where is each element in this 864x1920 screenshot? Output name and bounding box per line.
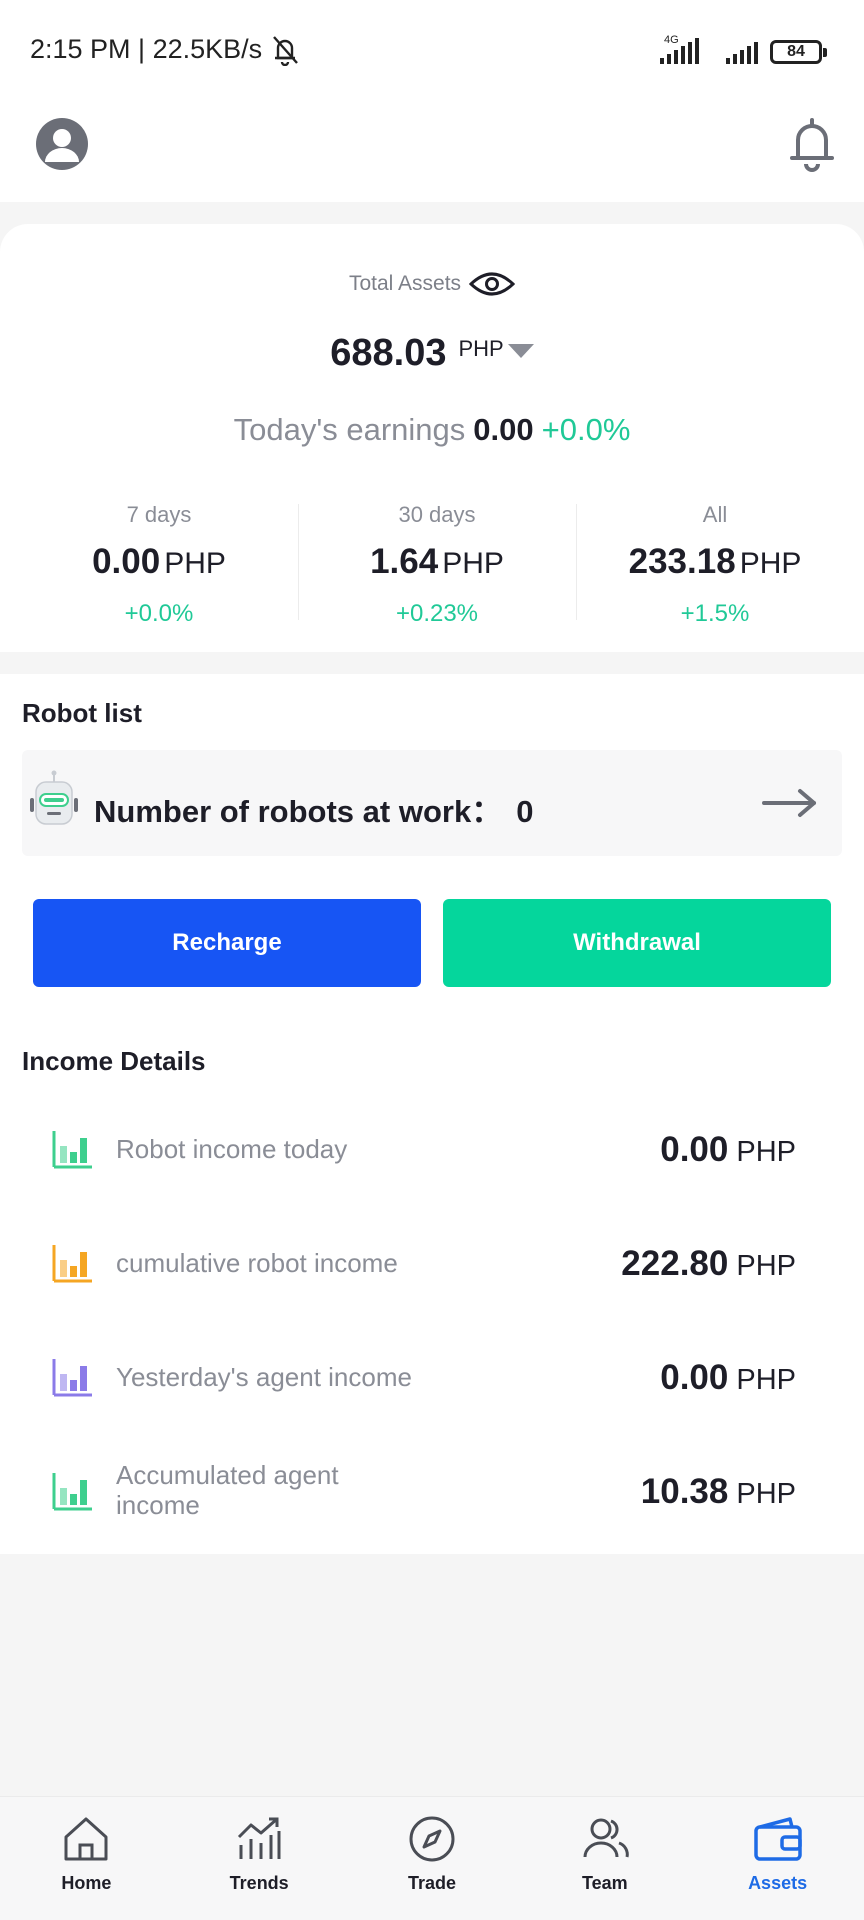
- income-amount: 0.00: [660, 1130, 729, 1169]
- period-all: All 233.18 PHP +1.5%: [576, 502, 854, 628]
- income-label: Robot income today: [116, 1134, 348, 1164]
- period-label: 30 days: [398, 502, 476, 527]
- income-unit: PHP: [736, 1478, 796, 1510]
- period-unit: PHP: [442, 547, 504, 580]
- bell-off-icon: [273, 36, 298, 66]
- period-unit: PHP: [739, 547, 802, 580]
- period-label: All: [702, 502, 728, 527]
- assets-card: Total Assets 688.03 PHP Today's earnings…: [0, 224, 864, 652]
- tab-label: Assets: [748, 1873, 808, 1893]
- top-bar: [0, 100, 864, 202]
- bar-chart-icon: [52, 1359, 92, 1397]
- period-change: +0.0%: [124, 600, 194, 627]
- period-change: +0.23%: [395, 600, 479, 627]
- todays-earnings: Today's earnings 0.00 +0.0%: [0, 412, 864, 448]
- tab-label: Trade: [407, 1873, 456, 1893]
- income-value: 0.00 PHP: [660, 1130, 796, 1170]
- bell-icon[interactable]: [786, 116, 838, 172]
- todays-earnings-value: 0.00: [473, 412, 534, 447]
- total-assets-value: 688.03: [330, 332, 447, 374]
- home-icon: [64, 1817, 108, 1861]
- period-change: +1.5%: [680, 600, 750, 627]
- trends-icon: [238, 1817, 281, 1859]
- robots-at-work-text: Number of robots at work： 0: [94, 786, 533, 831]
- robot-income-section: Robot list Number of robots at work： 0 Re…: [0, 674, 864, 1554]
- income-row-accumulated-agent: Accumulated agent income 10.38 PHP: [0, 1452, 864, 1552]
- status-bar: 2:15 PM | 22.5KB/s 4G 84: [0, 0, 864, 100]
- todays-earnings-change: +0.0%: [541, 412, 631, 447]
- tab-label: Team: [581, 1873, 628, 1893]
- robots-at-work-count: 0: [516, 794, 534, 829]
- robot-list-title: Robot list: [22, 698, 142, 728]
- income-amount: 0.00: [660, 1358, 729, 1397]
- income-row-robot-today: Robot income today 0.00 PHP: [0, 1110, 864, 1210]
- income-unit: PHP: [736, 1250, 796, 1282]
- bar-chart-icon: [52, 1245, 92, 1283]
- income-amount: 222.80: [621, 1244, 729, 1283]
- recharge-button[interactable]: Recharge: [33, 899, 421, 987]
- tab-trends[interactable]: Trends: [173, 1797, 346, 1920]
- robots-at-work-label: Number of robots at work：: [94, 794, 503, 829]
- arrow-right-icon[interactable]: [762, 788, 818, 818]
- tab-label: Trends: [229, 1873, 289, 1893]
- wallet-icon: [753, 1817, 802, 1861]
- battery-level: 84: [787, 43, 805, 60]
- signal-icon: [660, 36, 699, 64]
- period-30-days: 30 days 1.64 PHP +0.23%: [298, 502, 576, 628]
- compass-icon: [409, 1816, 455, 1862]
- income-value: 0.00 PHP: [660, 1358, 796, 1398]
- eye-icon[interactable]: [469, 270, 516, 298]
- income-label: cumulative robot income: [116, 1248, 398, 1278]
- battery-indicator: 84: [770, 40, 827, 64]
- income-label: Yesterday's agent income: [116, 1362, 412, 1392]
- income-value: 10.38 PHP: [641, 1472, 796, 1512]
- robots-at-work-row[interactable]: Number of robots at work： 0: [22, 750, 842, 856]
- income-row-yesterday-agent: Yesterday's agent income 0.00 PHP: [0, 1338, 864, 1438]
- income-value: 222.80 PHP: [621, 1244, 796, 1284]
- income-amount: 10.38: [640, 1472, 729, 1511]
- total-assets-unit: PHP: [458, 336, 504, 361]
- income-row-cumulative-robot: cumulative robot income 222.80 PHP: [0, 1224, 864, 1324]
- team-icon: [583, 1818, 629, 1858]
- robot-icon: [30, 770, 78, 825]
- todays-earnings-label: Today's earnings: [233, 412, 466, 447]
- tab-assets[interactable]: Assets: [691, 1797, 864, 1920]
- period-amount: 1.64: [370, 542, 439, 581]
- period-value: 0.00 PHP: [20, 542, 298, 582]
- user-icon: [45, 129, 79, 162]
- bar-chart-icon: [52, 1131, 92, 1169]
- income-label: Accumulated agent income: [116, 1460, 339, 1520]
- bottom-tab-bar: Home Trends Trade Team Assets: [0, 1796, 864, 1920]
- income-unit: PHP: [736, 1136, 796, 1168]
- tab-label: Home: [61, 1873, 112, 1893]
- income-details-title: Income Details: [22, 1046, 206, 1076]
- period-value: 233.18 PHP: [576, 542, 854, 582]
- period-value: 1.64 PHP: [298, 542, 576, 582]
- period-amount: 0.00: [92, 542, 161, 581]
- chevron-down-icon[interactable]: [507, 344, 534, 358]
- bar-chart-icon: [52, 1473, 92, 1511]
- period-unit: PHP: [164, 547, 226, 580]
- status-time: 2:15 PM | 22.5KB/s: [30, 34, 263, 64]
- avatar[interactable]: [36, 118, 88, 170]
- period-7-days: 7 days 0.00 PHP +0.0%: [20, 502, 298, 628]
- total-assets-header: Total Assets: [0, 270, 864, 298]
- period-label: 7 days: [126, 502, 192, 527]
- total-assets-label: Total Assets: [348, 272, 462, 295]
- tab-team[interactable]: Team: [518, 1797, 691, 1920]
- withdrawal-button[interactable]: Withdrawal: [443, 899, 831, 987]
- signal-icon-2: [726, 36, 758, 64]
- tab-trade[interactable]: Trade: [346, 1797, 519, 1920]
- total-assets-value-row: 688.03 PHP: [0, 332, 864, 375]
- tab-home[interactable]: Home: [0, 1797, 173, 1920]
- income-unit: PHP: [736, 1364, 796, 1396]
- period-amount: 233.18: [628, 542, 736, 581]
